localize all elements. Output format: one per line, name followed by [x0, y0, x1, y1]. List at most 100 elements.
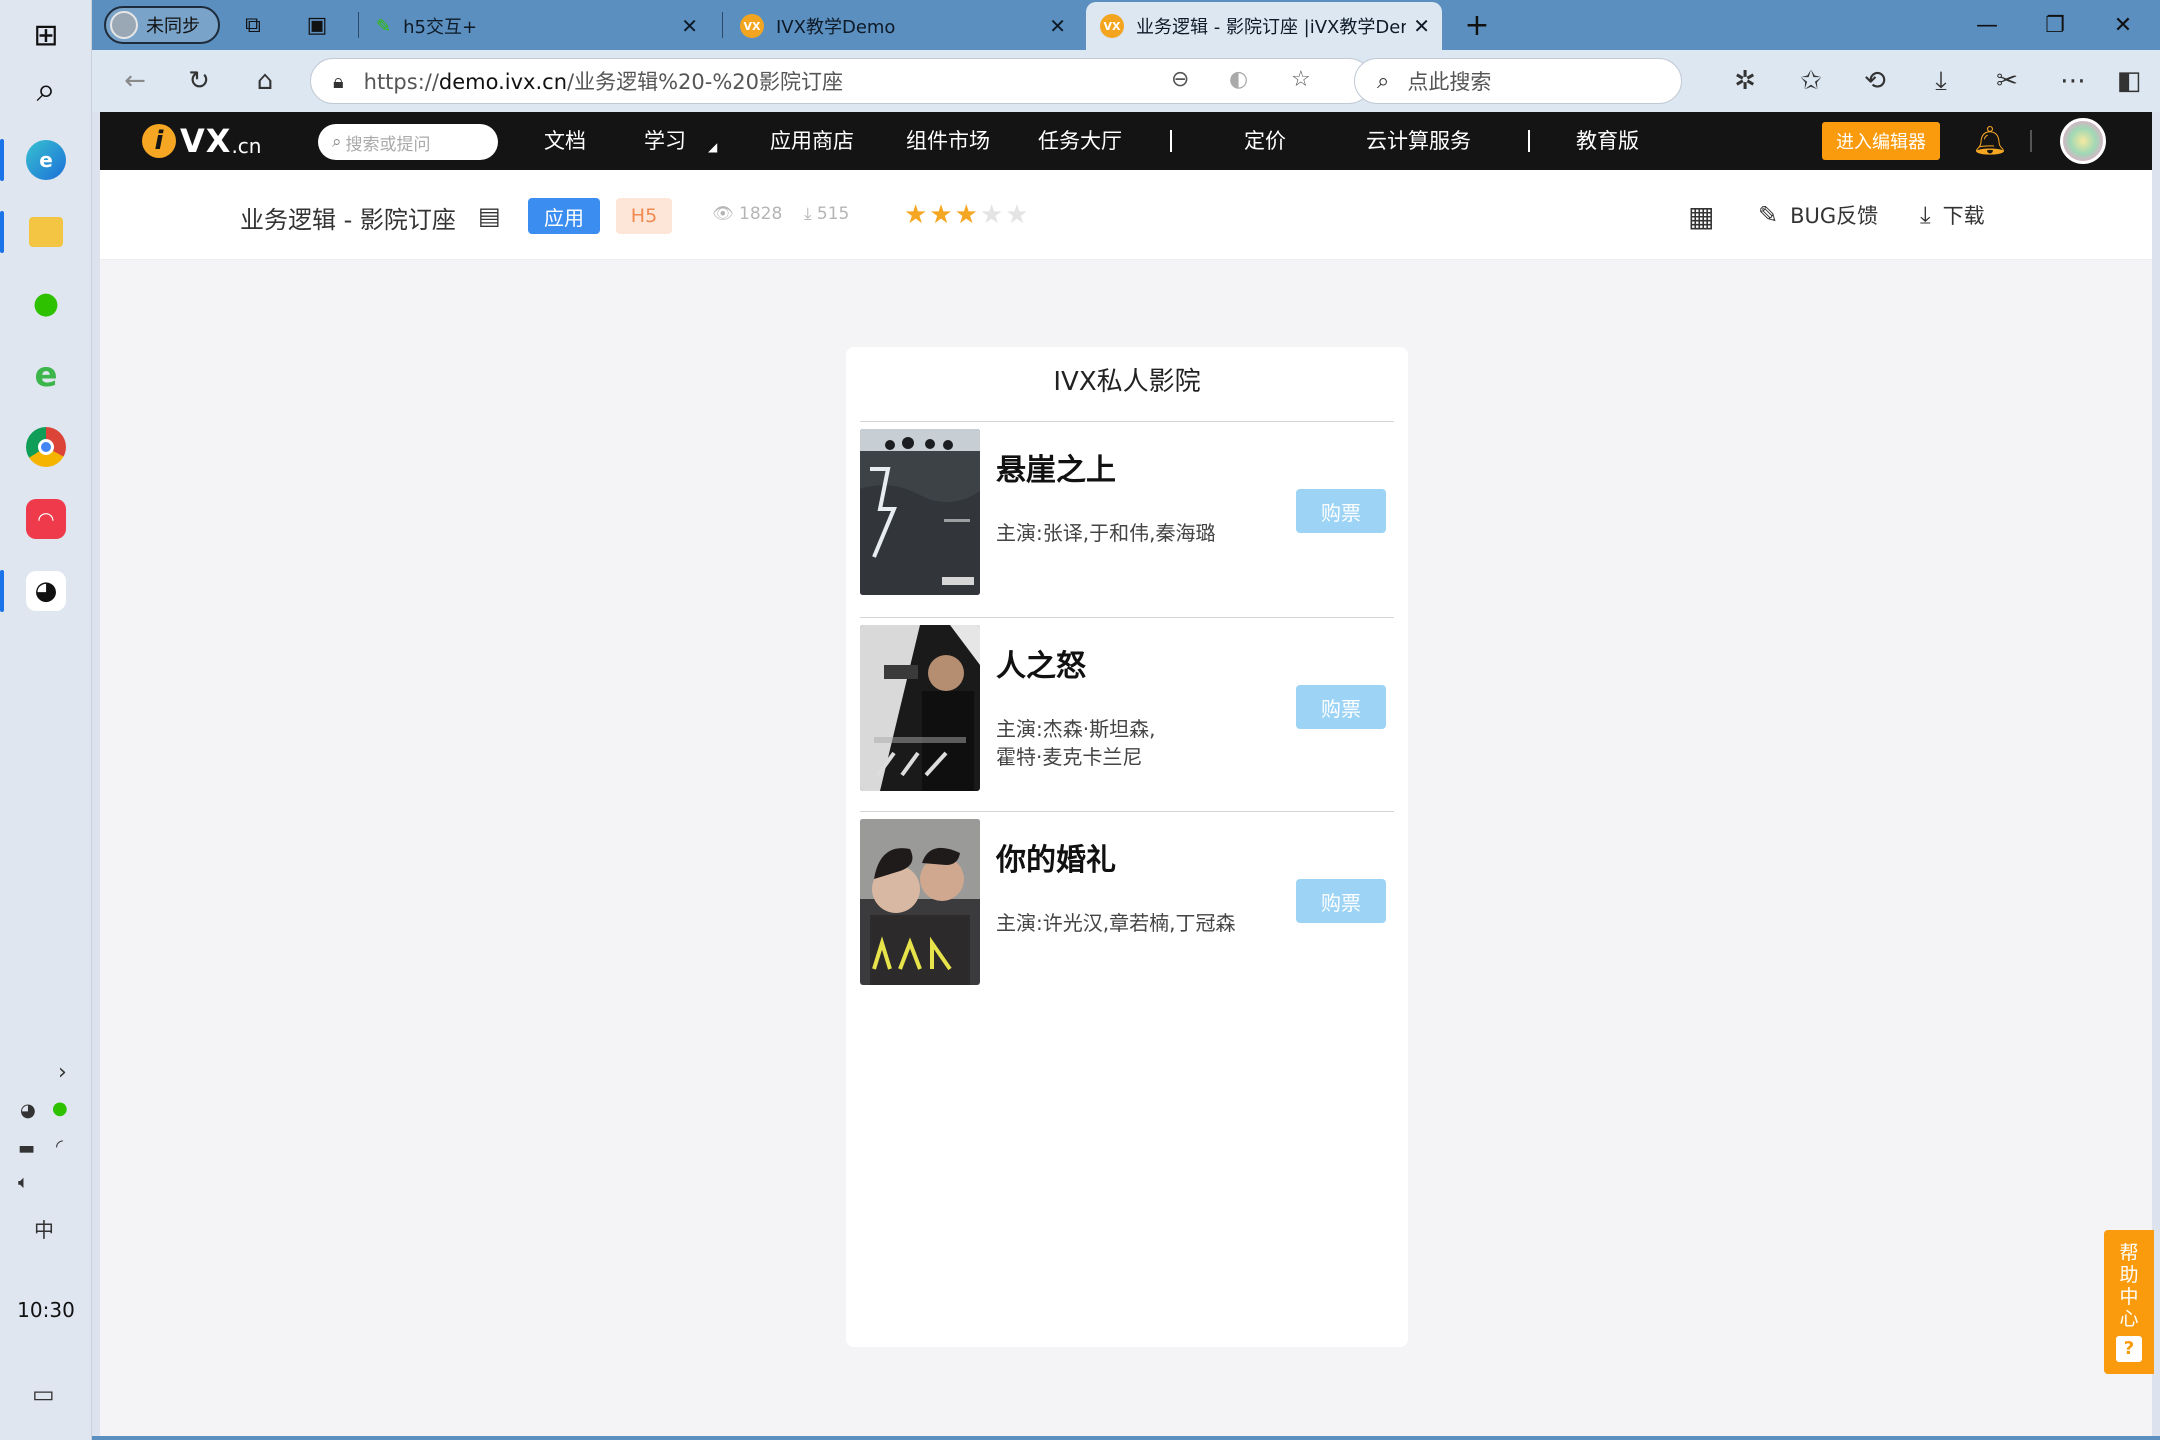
- download-label: 下载: [1942, 204, 1985, 228]
- ime-indicator[interactable]: 中: [34, 1214, 54, 1243]
- taskbar-clock[interactable]: 10:30: [0, 1298, 92, 1322]
- movie-poster[interactable]: [860, 429, 980, 595]
- vx-favicon-icon: VX: [740, 14, 764, 38]
- url-text[interactable]: https://demo.ivx.cn/业务逻辑%20-%20影院订座: [364, 66, 843, 96]
- chevron-right-icon[interactable]: ›: [58, 1060, 67, 1085]
- minimize-icon[interactable]: —: [1954, 0, 2020, 50]
- enter-editor-button[interactable]: 进入编辑器: [1822, 122, 1940, 160]
- refresh-icon[interactable]: ↻: [180, 62, 218, 100]
- wechat-tray-icon[interactable]: ●: [52, 1098, 68, 1119]
- wechat-icon: ●: [32, 285, 60, 321]
- tab-h5[interactable]: ✎ h5交互+ ✕: [362, 2, 710, 50]
- close-tab-icon[interactable]: ✕: [681, 14, 698, 38]
- ivx-logo[interactable]: i VX .cn: [142, 122, 261, 160]
- eye-icon: 👁︎: [712, 204, 734, 224]
- download-icon[interactable]: ⤓: [1922, 62, 1960, 100]
- nav-component-market[interactable]: 组件市场: [906, 112, 990, 170]
- edit-icon: ✎: [1758, 201, 1779, 229]
- app-title: 业务逻辑 - 影院订座: [240, 206, 456, 234]
- movie-name: 人之怒: [996, 649, 1086, 684]
- home-icon[interactable]: ⌂: [246, 62, 284, 100]
- taskbar-red-app[interactable]: ◠: [0, 484, 92, 554]
- search-icon: ⌕: [1377, 68, 1390, 94]
- movie-item: 你的婚礼 主演:许光汉,章若楠,丁冠森 购票: [860, 819, 1394, 987]
- nav-learn[interactable]: 学习: [644, 112, 686, 170]
- document-icon[interactable]: ▤: [478, 202, 501, 230]
- buy-ticket-button[interactable]: 购票: [1296, 879, 1386, 923]
- browser-tab-strip: 未同步 ⧉ ▣ ✎ h5交互+ ✕ VX IVX教学Demo ✕ VX 业务逻辑…: [92, 0, 2160, 50]
- read-aloud-icon[interactable]: ◐: [1229, 67, 1248, 92]
- bell-icon[interactable]: 🔔︎: [1972, 124, 2008, 157]
- favorite-star-icon[interactable]: ☆: [1291, 67, 1311, 92]
- close-tab-icon[interactable]: ✕: [1049, 14, 1066, 38]
- movie-poster[interactable]: [860, 625, 980, 791]
- taskbar-wechat[interactable]: ●: [0, 268, 92, 338]
- collections-icon[interactable]: ⧉: [228, 0, 278, 50]
- screenshot-icon[interactable]: ✂: [1988, 62, 2026, 100]
- more-icon[interactable]: ⋯: [2054, 62, 2092, 100]
- edge-icon: e: [26, 140, 66, 180]
- bug-feedback-button[interactable]: ✎ BUG反馈: [1758, 200, 1878, 230]
- taskbar-ie[interactable]: e: [0, 340, 92, 410]
- qr-code-icon: ▦: [1688, 200, 1715, 233]
- site-nav: i VX .cn ⌕ 搜索或提问 文档 学习 ◢ 应用商店 组件市场 任务大厅 …: [100, 112, 2152, 170]
- taskbar-file-explorer[interactable]: [0, 197, 92, 267]
- tag-h5: H5: [616, 198, 672, 234]
- nav-docs[interactable]: 文档: [544, 112, 586, 170]
- close-tab-icon[interactable]: ✕: [1413, 14, 1430, 38]
- search-placeholder: 点此搜索: [1407, 70, 1492, 94]
- profile-avatar: [110, 11, 138, 39]
- nav-cloud[interactable]: 云计算服务: [1366, 112, 1471, 170]
- qr-code-button[interactable]: ▦: [1688, 200, 1726, 233]
- notification-icon[interactable]: ▭: [32, 1380, 55, 1408]
- views-count: 1828: [739, 204, 783, 224]
- taskbar-qq[interactable]: ◕: [0, 556, 92, 626]
- nav-task-hall[interactable]: 任务大厅: [1038, 112, 1122, 170]
- star-icon: ★: [904, 200, 930, 230]
- taskbar-search-button[interactable]: ⌕: [0, 55, 92, 125]
- nav-education[interactable]: 教育版: [1576, 112, 1639, 170]
- chrome-icon: [26, 427, 66, 467]
- taskbar-edge[interactable]: e: [0, 125, 92, 195]
- tag-app: 应用: [528, 198, 600, 234]
- nav-app-store[interactable]: 应用商店: [770, 112, 854, 170]
- tab-active[interactable]: VX 业务逻辑 - 影院订座 |iVX教学Dem ✕: [1086, 2, 1442, 50]
- phone-preview: IVX私人影院 悬崖之上 主演:张译,于和伟,秦海璐 购票 人之怒 主演:杰森·…: [846, 347, 1408, 1347]
- new-tab-button[interactable]: +: [1452, 0, 1502, 50]
- zoom-icon[interactable]: ⊖: [1171, 67, 1189, 92]
- sidebar-toggle-icon[interactable]: ◧: [2110, 62, 2148, 100]
- tab-ivx-demo[interactable]: VX IVX教学Demo ✕: [726, 2, 1078, 50]
- back-icon[interactable]: ←: [116, 62, 154, 100]
- address-bar[interactable]: 🔒︎ https://demo.ivx.cn/业务逻辑%20-%20影院订座 ⊖…: [310, 58, 1372, 104]
- restore-icon[interactable]: ❐: [2022, 0, 2088, 50]
- cinema-title: IVX私人影院: [1053, 367, 1201, 397]
- nav-divider: [1528, 130, 1530, 152]
- views-stat: 👁︎ 1828: [712, 204, 782, 224]
- nav-pricing[interactable]: 定价: [1244, 112, 1286, 170]
- wifi-icon[interactable]: ◜: [56, 1136, 63, 1157]
- buy-ticket-button[interactable]: 购票: [1296, 685, 1386, 729]
- close-window-icon[interactable]: ✕: [2090, 0, 2156, 50]
- volume-icon[interactable]: 🔈︎: [18, 1172, 29, 1193]
- history-icon[interactable]: ⟲: [1856, 62, 1894, 100]
- favorites-icon[interactable]: ✩: [1792, 62, 1830, 100]
- browser-search-box[interactable]: ⌕ 点此搜索: [1354, 58, 1682, 104]
- divider: [860, 421, 1394, 422]
- caret-down-icon[interactable]: ◢: [708, 118, 717, 176]
- download-icon: ⤓: [804, 204, 812, 224]
- tab-actions-icon[interactable]: ▣: [292, 0, 342, 50]
- taskbar-chrome[interactable]: [0, 412, 92, 482]
- url-prefix: https://: [363, 70, 439, 94]
- site-search-input[interactable]: ⌕ 搜索或提问: [318, 124, 498, 160]
- buy-ticket-button[interactable]: 购票: [1296, 489, 1386, 533]
- user-avatar[interactable]: [2060, 118, 2106, 164]
- help-center-button[interactable]: 帮 助 中 心 ?: [2104, 1230, 2154, 1374]
- battery-icon[interactable]: ▬: [18, 1138, 35, 1159]
- windows-logo-icon: ⊞: [33, 17, 59, 53]
- extensions-icon[interactable]: ✲: [1726, 62, 1764, 100]
- download-button[interactable]: ⤓ 下载: [1920, 200, 1985, 230]
- site-search-placeholder: 搜索或提问: [345, 134, 431, 155]
- movie-poster[interactable]: [860, 819, 980, 985]
- qq-tray-icon[interactable]: ◕: [20, 1100, 36, 1121]
- profile-button[interactable]: 未同步: [104, 6, 220, 44]
